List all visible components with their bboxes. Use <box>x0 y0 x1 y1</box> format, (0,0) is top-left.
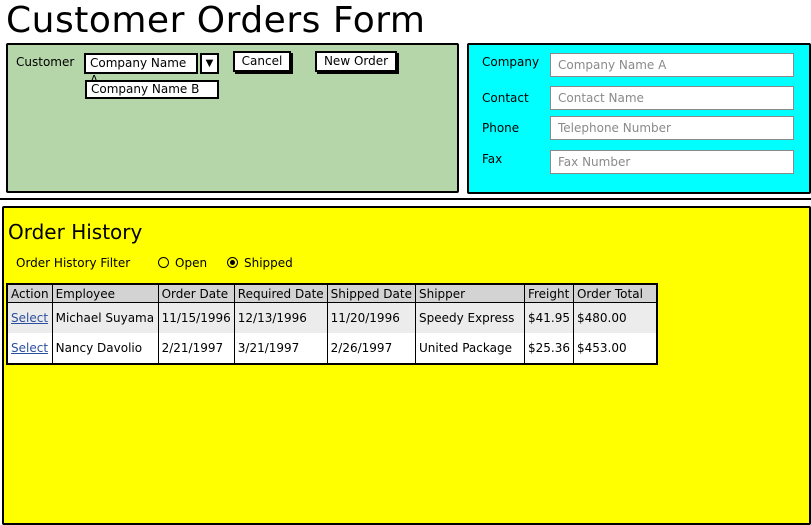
column-header-shipper: Shipper <box>414 283 525 303</box>
order-history-title: Order History <box>8 220 143 244</box>
section-divider <box>0 198 811 200</box>
employee-cell: Michael Suyama <box>51 302 159 333</box>
radio-shipped[interactable] <box>227 257 238 268</box>
radio-open[interactable] <box>158 257 169 268</box>
customer-dropdown-option[interactable]: Company Name B <box>85 80 219 99</box>
contact-label: Contact <box>482 91 529 105</box>
table-row: Select Michael Suyama 11/15/1996 12/13/1… <box>6 302 658 333</box>
radio-open-label: Open <box>175 256 208 270</box>
new-order-button[interactable]: New Order <box>315 51 397 72</box>
cancel-button[interactable]: Cancel <box>233 51 291 72</box>
phone-field[interactable]: Telephone Number <box>550 116 794 140</box>
shipped-date-cell: 2/26/1997 <box>326 333 416 364</box>
fax-field[interactable]: Fax Number <box>550 150 794 174</box>
column-header-shipped-date: Shipped Date <box>326 283 416 303</box>
customer-combo[interactable]: Company Name A <box>84 53 198 87</box>
shipper-cell: Speedy Express <box>414 302 525 333</box>
required-date-cell: 3/21/1997 <box>233 333 328 364</box>
table-header-row: Action Employee Order Date Required Date… <box>6 283 658 303</box>
order-total-cell: $453.00 <box>572 333 658 364</box>
shipper-cell: United Package <box>414 333 525 364</box>
fax-label: Fax <box>482 152 503 166</box>
select-link[interactable]: Select <box>11 341 48 355</box>
company-label: Company <box>482 55 540 69</box>
page-title: Customer Orders Form <box>6 0 426 41</box>
customer-combo-toggle[interactable]: ▼ <box>200 53 219 74</box>
select-link[interactable]: Select <box>11 311 48 325</box>
column-header-action: Action <box>6 283 53 303</box>
order-history-panel <box>2 206 811 525</box>
order-date-cell: 11/15/1996 <box>157 302 235 333</box>
column-header-order-total: Order Total <box>572 283 658 303</box>
order-history-table: Action Employee Order Date Required Date… <box>6 283 658 365</box>
chevron-down-icon: ▼ <box>205 58 214 69</box>
order-total-cell: $480.00 <box>572 302 658 333</box>
contact-field[interactable]: Contact Name <box>550 86 794 110</box>
required-date-cell: 12/13/1996 <box>233 302 328 333</box>
customer-label: Customer <box>16 55 75 69</box>
radio-shipped-label: Shipped <box>244 256 293 270</box>
column-header-freight: Freight <box>523 283 574 303</box>
table-row: Select Nancy Davolio 2/21/1997 3/21/1997… <box>6 333 658 364</box>
company-field[interactable]: Company Name A <box>550 53 794 77</box>
employee-cell: Nancy Davolio <box>51 333 159 364</box>
freight-cell: $41.95 <box>523 302 574 333</box>
column-header-employee: Employee <box>51 283 159 303</box>
filter-label: Order History Filter <box>16 256 131 270</box>
shipped-date-cell: 11/20/1996 <box>326 302 416 333</box>
freight-cell: $25.36 <box>523 333 574 364</box>
phone-label: Phone <box>482 121 520 135</box>
order-date-cell: 2/21/1997 <box>157 333 235 364</box>
column-header-order-date: Order Date <box>157 283 235 303</box>
column-header-required-date: Required Date <box>233 283 328 303</box>
